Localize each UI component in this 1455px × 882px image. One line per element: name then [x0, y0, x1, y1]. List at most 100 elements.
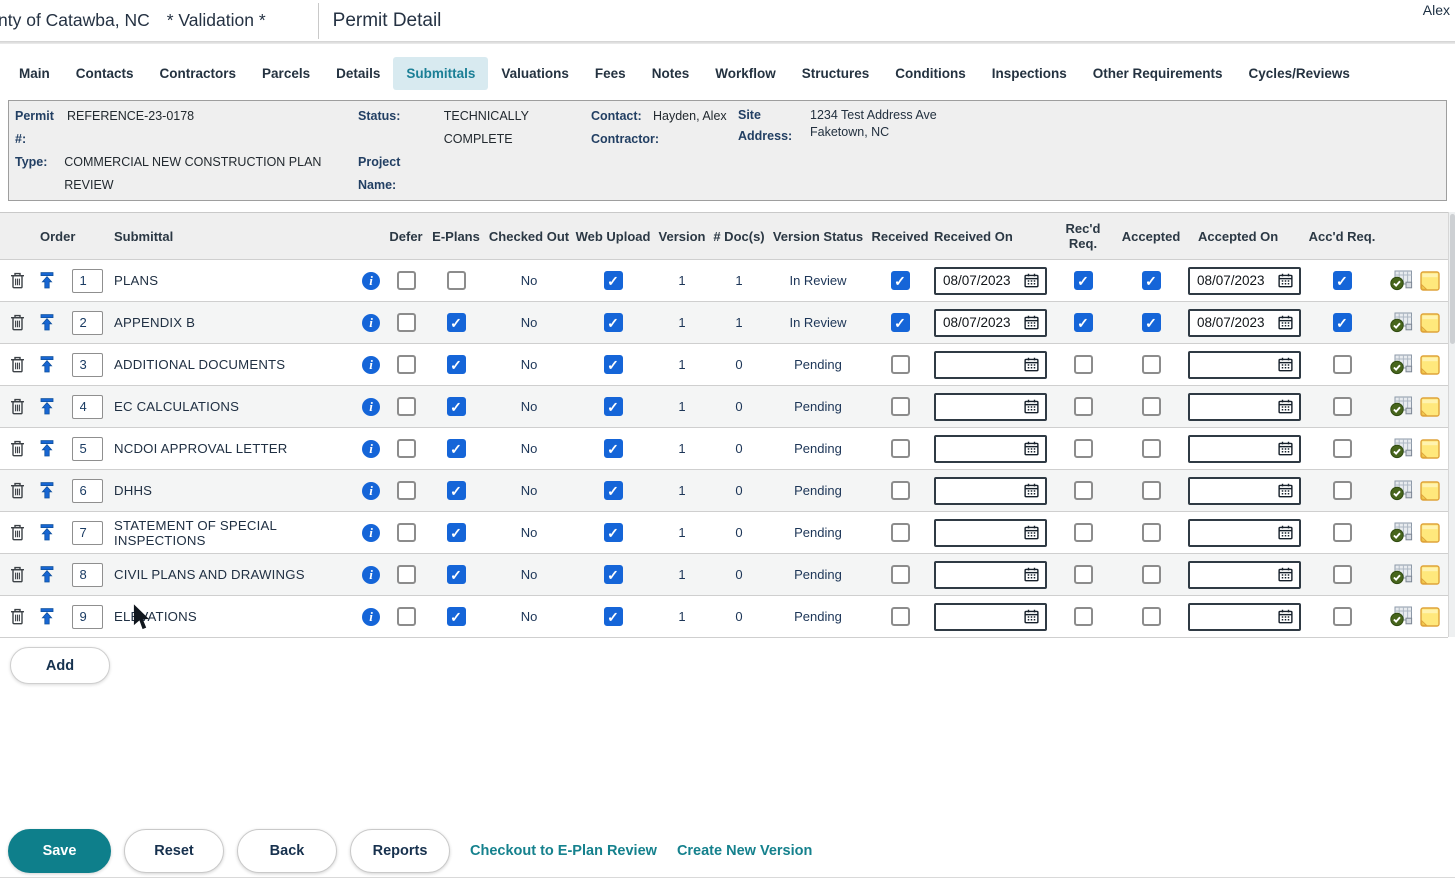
- received-checkbox[interactable]: [890, 313, 910, 332]
- note-button[interactable]: [1420, 564, 1440, 585]
- received-on-input[interactable]: [934, 602, 1047, 631]
- info-icon[interactable]: i: [362, 313, 380, 332]
- delete-row-button[interactable]: [10, 314, 25, 331]
- web-upload-checkbox[interactable]: [603, 313, 623, 332]
- delete-row-button[interactable]: [10, 440, 25, 457]
- received-on-input[interactable]: 08/07/2023: [934, 266, 1047, 295]
- received-checkbox[interactable]: [890, 523, 910, 542]
- accepted-on-input[interactable]: [1188, 350, 1301, 379]
- accepted-checkbox[interactable]: [1141, 523, 1161, 542]
- eplans-checkbox[interactable]: [446, 607, 466, 626]
- review-checklist-button[interactable]: [1390, 606, 1413, 627]
- review-checklist-button[interactable]: [1390, 438, 1413, 459]
- received-on-input[interactable]: [934, 392, 1047, 421]
- recd-req-checkbox[interactable]: [1073, 439, 1093, 458]
- received-checkbox[interactable]: [890, 397, 910, 416]
- defer-checkbox[interactable]: [396, 565, 416, 584]
- note-button[interactable]: [1420, 480, 1440, 501]
- defer-checkbox[interactable]: [396, 607, 416, 626]
- accd-req-checkbox[interactable]: [1332, 481, 1352, 500]
- accepted-checkbox[interactable]: [1141, 481, 1161, 500]
- delete-row-button[interactable]: [10, 482, 25, 499]
- order-input[interactable]: [71, 352, 103, 377]
- tab-inspections[interactable]: Inspections: [979, 57, 1080, 90]
- review-checklist-button[interactable]: [1390, 480, 1413, 501]
- received-checkbox[interactable]: [890, 271, 910, 290]
- eplans-checkbox[interactable]: [446, 271, 466, 290]
- eplans-checkbox[interactable]: [446, 481, 466, 500]
- note-button[interactable]: [1420, 354, 1440, 375]
- received-checkbox[interactable]: [890, 439, 910, 458]
- info-icon[interactable]: i: [362, 523, 380, 542]
- info-icon[interactable]: i: [362, 481, 380, 500]
- eplans-checkbox[interactable]: [446, 355, 466, 374]
- accepted-on-input[interactable]: [1188, 476, 1301, 505]
- order-input[interactable]: [71, 436, 103, 461]
- accepted-checkbox[interactable]: [1141, 607, 1161, 626]
- move-to-top-button[interactable]: [40, 440, 54, 457]
- user-menu[interactable]: Alex H: [1423, 2, 1455, 18]
- accepted-checkbox[interactable]: [1141, 271, 1161, 290]
- accepted-on-input[interactable]: [1188, 560, 1301, 589]
- accepted-checkbox[interactable]: [1141, 439, 1161, 458]
- accepted-on-input[interactable]: [1188, 392, 1301, 421]
- order-input[interactable]: [71, 478, 103, 503]
- defer-checkbox[interactable]: [396, 355, 416, 374]
- received-on-input[interactable]: [934, 434, 1047, 463]
- received-on-input[interactable]: [934, 560, 1047, 589]
- received-on-input[interactable]: 08/07/2023: [934, 308, 1047, 337]
- web-upload-checkbox[interactable]: [603, 523, 623, 542]
- eplans-checkbox[interactable]: [446, 439, 466, 458]
- move-to-top-button[interactable]: [40, 356, 54, 373]
- tab-structures[interactable]: Structures: [789, 57, 883, 90]
- tab-notes[interactable]: Notes: [639, 57, 703, 90]
- web-upload-checkbox[interactable]: [603, 397, 623, 416]
- tab-parcels[interactable]: Parcels: [249, 57, 323, 90]
- recd-req-checkbox[interactable]: [1073, 523, 1093, 542]
- defer-checkbox[interactable]: [396, 439, 416, 458]
- tab-workflow[interactable]: Workflow: [702, 57, 789, 90]
- delete-row-button[interactable]: [10, 608, 25, 625]
- move-to-top-button[interactable]: [40, 482, 54, 499]
- recd-req-checkbox[interactable]: [1073, 565, 1093, 584]
- move-to-top-button[interactable]: [40, 608, 54, 625]
- note-button[interactable]: [1420, 396, 1440, 417]
- web-upload-checkbox[interactable]: [603, 565, 623, 584]
- defer-checkbox[interactable]: [396, 271, 416, 290]
- save-button[interactable]: Save: [8, 829, 111, 873]
- back-button[interactable]: Back: [237, 829, 337, 873]
- order-input[interactable]: [71, 310, 103, 335]
- eplans-checkbox[interactable]: [446, 397, 466, 416]
- tab-submittals[interactable]: Submittals: [393, 57, 489, 90]
- tab-valuations[interactable]: Valuations: [488, 57, 582, 90]
- accepted-on-input[interactable]: [1188, 518, 1301, 547]
- table-scrollbar[interactable]: [1448, 212, 1455, 637]
- create-new-version-link[interactable]: Create New Version: [677, 843, 812, 859]
- note-button[interactable]: [1420, 606, 1440, 627]
- info-icon[interactable]: i: [362, 397, 380, 416]
- received-checkbox[interactable]: [890, 607, 910, 626]
- recd-req-checkbox[interactable]: [1073, 607, 1093, 626]
- checkout-eplan-link[interactable]: Checkout to E-Plan Review: [470, 843, 657, 859]
- review-checklist-button[interactable]: [1390, 312, 1413, 333]
- table-scrollbar-thumb[interactable]: [1450, 214, 1455, 344]
- delete-row-button[interactable]: [10, 566, 25, 583]
- accepted-on-input[interactable]: [1188, 602, 1301, 631]
- web-upload-checkbox[interactable]: [603, 439, 623, 458]
- review-checklist-button[interactable]: [1390, 354, 1413, 375]
- order-input[interactable]: [71, 520, 103, 545]
- eplans-checkbox[interactable]: [446, 565, 466, 584]
- info-icon[interactable]: i: [362, 565, 380, 584]
- order-input[interactable]: [71, 562, 103, 587]
- accepted-checkbox[interactable]: [1141, 355, 1161, 374]
- recd-req-checkbox[interactable]: [1073, 313, 1093, 332]
- recd-req-checkbox[interactable]: [1073, 481, 1093, 500]
- delete-row-button[interactable]: [10, 272, 25, 289]
- move-to-top-button[interactable]: [40, 566, 54, 583]
- eplans-checkbox[interactable]: [446, 523, 466, 542]
- reset-button[interactable]: Reset: [124, 829, 224, 873]
- accd-req-checkbox[interactable]: [1332, 271, 1352, 290]
- order-input[interactable]: [71, 394, 103, 419]
- accepted-checkbox[interactable]: [1141, 313, 1161, 332]
- add-button[interactable]: Add: [10, 647, 110, 684]
